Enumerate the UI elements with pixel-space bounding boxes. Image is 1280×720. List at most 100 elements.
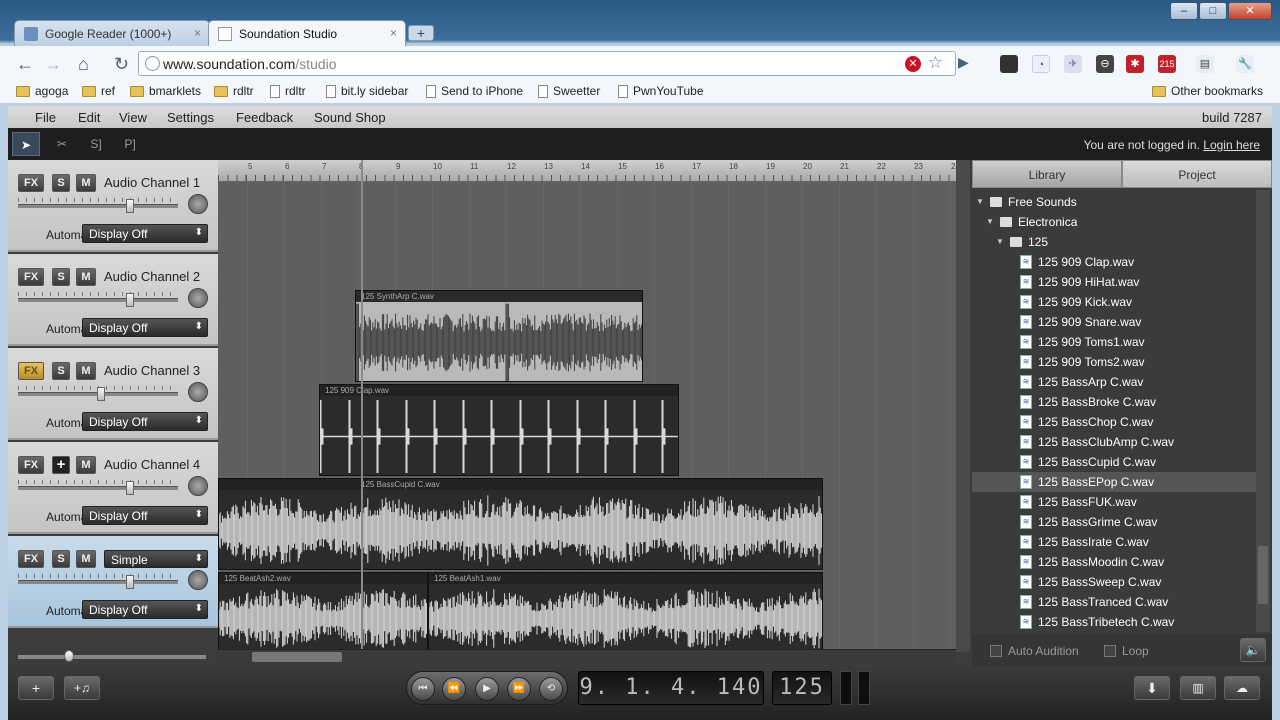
menu-sound-shop[interactable]: Sound Shop xyxy=(314,110,386,125)
library-file[interactable]: ≋ 125 909 HiHat.wav xyxy=(972,272,1256,292)
address-bar[interactable]: www.soundation.com/studio ✕ ☆ xyxy=(138,51,956,76)
bookmark-link[interactable]: PwnYouTube xyxy=(618,84,704,98)
page-menu-icon[interactable]: ▤ xyxy=(1196,55,1214,73)
automate-select[interactable]: Display Off xyxy=(82,224,208,243)
library-folder[interactable]: ▼ Free Sounds xyxy=(972,192,1256,212)
reload-icon[interactable]: ↻ xyxy=(114,54,129,75)
speaker-icon[interactable]: 🔈 xyxy=(1240,638,1266,662)
bookmark-link[interactable]: rdltr xyxy=(270,84,306,98)
expand-arrow-icon[interactable]: ▼ xyxy=(976,192,984,212)
library-file[interactable]: ≋ 125 BassBroke C.wav xyxy=(972,392,1256,412)
back-icon[interactable]: ← xyxy=(16,54,34,75)
mute-button[interactable]: M xyxy=(76,268,96,286)
cloud-icon[interactable]: ☁ xyxy=(1224,676,1260,700)
library-file[interactable]: ≋ 125 909 Clap.wav xyxy=(972,252,1256,272)
fader-handle[interactable] xyxy=(126,575,134,589)
library-file[interactable]: ≋ 125 BassEPop C.wav xyxy=(972,472,1256,492)
library-file[interactable]: ≋ 125 BassFUK.wav xyxy=(972,492,1256,512)
tab-close-icon[interactable]: × xyxy=(390,26,397,40)
instrument-select[interactable]: Simple xyxy=(104,550,208,568)
bookmark-link[interactable]: Send to iPhone xyxy=(426,84,523,98)
playhead[interactable] xyxy=(361,160,363,652)
fx-button[interactable]: FX xyxy=(18,550,44,568)
fx-button[interactable]: FX xyxy=(18,456,44,474)
wrench-icon[interactable]: 🔧 xyxy=(1236,55,1254,73)
tab-google-reader[interactable]: Google Reader (1000+) × xyxy=(14,20,210,46)
add-instrument-button[interactable]: +♫ xyxy=(64,676,100,700)
bookmark-folder[interactable]: agoga xyxy=(16,84,68,98)
library-file[interactable]: ≋ 125 BassArp C.wav xyxy=(972,372,1256,392)
horizontal-scrollbar[interactable] xyxy=(218,649,956,663)
stretch-tool-icon[interactable]: S] xyxy=(82,132,110,156)
volume-fader[interactable] xyxy=(18,481,178,495)
volume-fader[interactable] xyxy=(18,387,178,401)
forward-icon[interactable]: → xyxy=(44,54,62,75)
pan-knob[interactable] xyxy=(188,288,208,308)
mute-button[interactable]: M xyxy=(76,174,96,192)
extension-icon[interactable] xyxy=(1000,55,1018,73)
automate-select[interactable]: Display Off xyxy=(82,318,208,337)
arrange-scrollbar[interactable] xyxy=(956,160,970,652)
automate-select[interactable]: Display Off xyxy=(82,412,208,431)
fader-handle[interactable] xyxy=(126,199,134,213)
download-icon[interactable]: ⬇ xyxy=(1134,676,1170,700)
extension-icon[interactable]: ✱ xyxy=(1126,55,1144,73)
library-scrollbar[interactable] xyxy=(1256,190,1270,632)
channel-strip[interactable]: FX S M Audio Channel 2 Automate: Display… xyxy=(8,254,218,346)
menu-view[interactable]: View xyxy=(119,110,147,125)
menu-edit[interactable]: Edit xyxy=(78,110,100,125)
solo-button[interactable]: S xyxy=(52,174,70,192)
maximize-button[interactable]: □ xyxy=(1199,2,1227,20)
library-file[interactable]: ≋ 125 BassIrate C.wav xyxy=(972,532,1256,552)
tab-library[interactable]: Library xyxy=(972,160,1122,188)
audio-clip[interactable]: 125 909 Clap.wav xyxy=(319,384,679,476)
login-link[interactable]: Login here xyxy=(1203,138,1260,152)
pan-knob[interactable] xyxy=(188,382,208,402)
library-file[interactable]: ≋ 125 BassCupid C.wav xyxy=(972,452,1256,472)
extension-icon[interactable]: ✈ xyxy=(1064,55,1082,73)
audio-clip[interactable]: 125 BeatAsh1.wav xyxy=(428,572,823,652)
fader-handle[interactable] xyxy=(126,293,134,307)
keyboard-icon[interactable]: ▥ xyxy=(1180,676,1216,700)
library-folder[interactable]: ▼ Electronica xyxy=(972,212,1256,232)
library-file[interactable]: ≋ 125 BassSweep C.wav xyxy=(972,572,1256,592)
rewind-start-icon[interactable]: ⏮ xyxy=(411,677,435,701)
star-icon[interactable]: ☆ xyxy=(928,53,943,73)
automate-select[interactable]: Display Off xyxy=(82,600,208,619)
extension-icon[interactable]: ⊖ xyxy=(1096,55,1114,73)
library-file[interactable]: ≋ 125 909 Kick.wav xyxy=(972,292,1256,312)
home-icon[interactable]: ⌂ xyxy=(78,54,89,75)
channel-strip[interactable]: FX S M Audio Channel 3 Automate: Display… xyxy=(8,348,218,440)
scroll-thumb[interactable] xyxy=(252,652,342,662)
pointer-tool-icon[interactable]: ➤ xyxy=(12,132,40,156)
fx-button[interactable]: FX xyxy=(18,362,44,380)
solo-button[interactable]: S xyxy=(52,268,70,286)
expand-arrow-icon[interactable]: ▼ xyxy=(986,212,994,232)
bookmark-folder[interactable]: bmarklets xyxy=(130,84,201,98)
mute-button[interactable]: M xyxy=(76,456,96,474)
tempo-display[interactable]: 125 xyxy=(772,671,832,705)
stop-icon[interactable]: ✕ xyxy=(905,56,921,72)
menu-settings[interactable]: Settings xyxy=(167,110,214,125)
extension-icon[interactable]: ◔ xyxy=(1032,55,1050,73)
gmail-icon[interactable]: 215 xyxy=(1158,55,1176,73)
play-extension-icon[interactable]: ▶ xyxy=(958,54,969,71)
menu-file[interactable]: File xyxy=(35,110,56,125)
close-window-button[interactable]: ✕ xyxy=(1228,2,1272,20)
fader-handle[interactable] xyxy=(126,481,134,495)
library-file[interactable]: ≋ 125 BassChop C.wav xyxy=(972,412,1256,432)
timeline-ruler[interactable]: 5678910111213141516171819202122232425 xyxy=(218,160,997,182)
tab-close-icon[interactable]: × xyxy=(194,26,201,40)
library-file[interactable]: ≋ 125 909 Toms1.wav xyxy=(972,332,1256,352)
pencil-tool-icon[interactable]: P] xyxy=(116,132,144,156)
add-channel-button[interactable]: + xyxy=(18,676,54,700)
channel-strip[interactable]: FX S M Simple Automate: Display Off xyxy=(8,536,218,628)
cut-tool-icon[interactable]: ✂ xyxy=(48,132,76,156)
mute-button[interactable]: M xyxy=(76,550,96,568)
fast-forward-icon[interactable]: ⏩ xyxy=(507,677,531,701)
tab-project[interactable]: Project xyxy=(1122,160,1272,188)
library-file[interactable]: ≋ 125 BassClubAmp C.wav xyxy=(972,432,1256,452)
minimize-button[interactable]: – xyxy=(1170,2,1198,20)
bookmark-link[interactable]: Sweetter xyxy=(538,84,600,98)
solo-button[interactable]: + xyxy=(52,456,70,474)
